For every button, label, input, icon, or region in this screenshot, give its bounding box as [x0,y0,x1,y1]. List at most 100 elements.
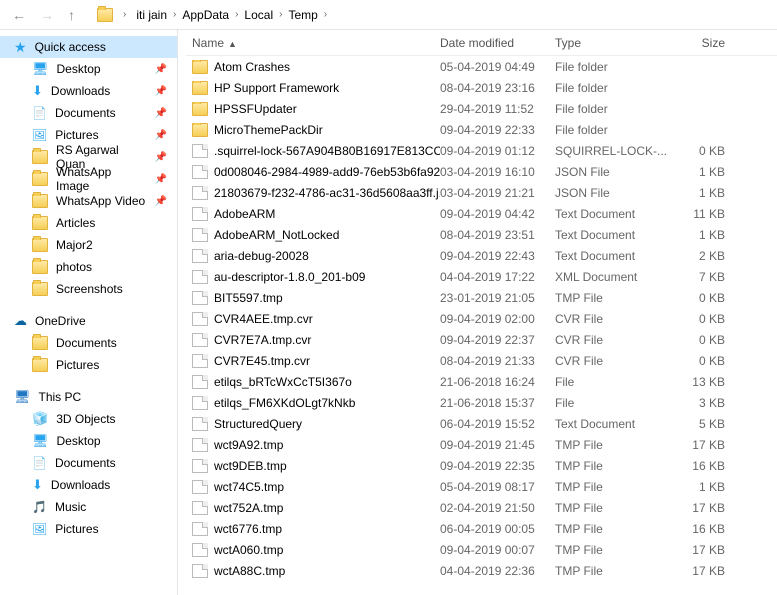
chevron-right-icon[interactable]: › [275,9,286,20]
sidebar-item[interactable]: 📄Documents📌 [0,102,177,124]
file-size: 0 KB [677,144,737,158]
forward-button[interactable]: → [36,5,58,25]
table-row[interactable]: HP Support Framework08-04-2019 23:16File… [186,77,777,98]
file-date: 09-04-2019 02:00 [440,312,555,326]
file-size: 17 KB [677,438,737,452]
sidebar-item[interactable]: WhatsApp Video📌 [0,190,177,212]
table-row[interactable]: wct74C5.tmp05-04-2019 08:17TMP File1 KB [186,476,777,497]
table-row[interactable]: 0d008046-2984-4989-add9-76eb53b6fa92...0… [186,161,777,182]
table-row[interactable]: .squirrel-lock-567A904B80B16917E813CC...… [186,140,777,161]
table-row[interactable]: Atom Crashes05-04-2019 04:49File folder [186,56,777,77]
file-date: 09-04-2019 22:33 [440,123,555,137]
table-row[interactable]: etilqs_bRTcWxCcT5I367o21-06-2018 16:24Fi… [186,371,777,392]
folder-icon [32,172,48,186]
table-row[interactable]: wct9A92.tmp09-04-2019 21:45TMP File17 KB [186,434,777,455]
sidebar-item-label: WhatsApp Video [56,194,145,208]
table-row[interactable]: CVR7E7A.tmp.cvr09-04-2019 22:37CVR File0… [186,329,777,350]
sidebar-item[interactable]: 🖥Desktop [0,430,177,452]
chevron-right-icon[interactable]: › [320,9,331,20]
table-row[interactable]: aria-debug-2002809-04-2019 22:43Text Doc… [186,245,777,266]
table-row[interactable]: 21803679-f232-4786-ac31-36d5608aa3ff.j..… [186,182,777,203]
file-type: File folder [555,81,677,95]
file-name: HPSSFUpdater [214,102,297,116]
table-row[interactable]: AdobeARM09-04-2019 04:42Text Document11 … [186,203,777,224]
breadcrumb-item[interactable]: Local [244,8,273,22]
breadcrumb[interactable]: iti jain›AppData›Local›Temp› [136,8,331,22]
sidebar-item[interactable]: 🧊3D Objects [0,408,177,430]
column-headers[interactable]: Name▲ Date modified Type Size [186,30,777,56]
table-row[interactable]: AdobeARM_NotLocked08-04-2019 23:51Text D… [186,224,777,245]
sidebar-item[interactable]: Major2 [0,234,177,256]
pin-icon: 📌 [155,130,167,141]
sidebar-item-label: photos [56,260,92,274]
file-name: wct6776.tmp [214,522,282,536]
sidebar-item[interactable]: 📄Documents [0,452,177,474]
breadcrumb-item[interactable]: Temp [288,8,317,22]
table-row[interactable]: au-descriptor-1.8.0_201-b0904-04-2019 17… [186,266,777,287]
navigation-pane[interactable]: ★ Quick access 🖥Desktop📌⬇Downloads📌📄Docu… [0,30,178,595]
sidebar-item[interactable]: 🖥Desktop📌 [0,58,177,80]
chevron-right-icon[interactable]: › [119,9,130,20]
table-row[interactable]: CVR4AEE.tmp.cvr09-04-2019 02:00CVR File0… [186,308,777,329]
file-type: JSON File [555,165,677,179]
table-row[interactable]: HPSSFUpdater29-04-2019 11:52File folder [186,98,777,119]
file-type: Text Document [555,249,677,263]
file-date: 09-04-2019 22:43 [440,249,555,263]
sidebar-item[interactable]: 🖼Pictures [0,518,177,540]
breadcrumb-item[interactable]: iti jain [136,8,167,22]
file-name: AdobeARM [214,207,275,221]
table-row[interactable]: wct752A.tmp02-04-2019 21:50TMP File17 KB [186,497,777,518]
file-name: CVR7E7A.tmp.cvr [214,333,311,347]
sidebar-item-label: Downloads [51,478,110,492]
onedrive[interactable]: ☁ OneDrive [0,310,177,332]
file-size: 16 KB [677,522,737,536]
column-date[interactable]: Date modified [440,36,555,50]
address-bar[interactable]: ← → ↑ › iti jain›AppData›Local›Temp› [0,0,777,30]
file-type: TMP File [555,438,677,452]
chevron-right-icon[interactable]: › [231,9,242,20]
column-size[interactable]: Size [677,36,737,50]
sidebar-item-label: WhatsApp Image [56,165,147,193]
sidebar-item[interactable]: ⬇Downloads📌 [0,80,177,102]
sidebar-item[interactable]: photos [0,256,177,278]
sidebar-item[interactable]: 🎵Music [0,496,177,518]
sidebar-item[interactable]: ⬇Downloads [0,474,177,496]
file-size: 1 KB [677,228,737,242]
file-type: SQUIRREL-LOCK-... [555,144,677,158]
table-row[interactable]: etilqs_FM6XKdOLgt7kNkb21-06-2018 15:37Fi… [186,392,777,413]
file-icon [192,165,208,179]
up-button[interactable]: ↑ [64,5,79,25]
chevron-right-icon[interactable]: › [169,9,180,20]
table-row[interactable]: CVR7E45.tmp.cvr08-04-2019 21:33CVR File0… [186,350,777,371]
sidebar-item[interactable]: Screenshots [0,278,177,300]
sidebar-item-label: 3D Objects [56,412,115,426]
folder-icon [97,8,113,22]
table-row[interactable]: wctA060.tmp09-04-2019 00:07TMP File17 KB [186,539,777,560]
sidebar-item-label: Desktop [57,62,101,76]
back-button[interactable]: ← [8,5,30,25]
file-icon [192,396,208,410]
table-row[interactable]: BIT5597.tmp23-01-2019 21:05TMP File0 KB [186,287,777,308]
sidebar-item-label: Pictures [56,358,99,372]
table-row[interactable]: wctA88C.tmp04-04-2019 22:36TMP File17 KB [186,560,777,581]
breadcrumb-item[interactable]: AppData [182,8,229,22]
sidebar-item[interactable]: Articles [0,212,177,234]
column-type[interactable]: Type [555,36,677,50]
file-date: 06-04-2019 00:05 [440,522,555,536]
file-type: TMP File [555,564,677,578]
table-row[interactable]: StructuredQuery06-04-2019 15:52Text Docu… [186,413,777,434]
file-list[interactable]: Name▲ Date modified Type Size Atom Crash… [178,30,777,595]
table-row[interactable]: wct9DEB.tmp09-04-2019 22:35TMP File16 KB [186,455,777,476]
file-size: 3 KB [677,396,737,410]
sidebar-item[interactable]: Pictures [0,354,177,376]
this-pc[interactable]: 🖥 This PC [0,386,177,408]
sidebar-item[interactable]: WhatsApp Image📌 [0,168,177,190]
table-row[interactable]: wct6776.tmp06-04-2019 00:05TMP File16 KB [186,518,777,539]
table-row[interactable]: MicroThemePackDir09-04-2019 22:33File fo… [186,119,777,140]
sidebar-item[interactable]: Documents [0,332,177,354]
quick-access[interactable]: ★ Quick access [0,36,177,58]
folder-icon [32,336,48,350]
column-name[interactable]: Name▲ [186,36,440,50]
file-name: BIT5597.tmp [214,291,283,305]
file-type: TMP File [555,501,677,515]
